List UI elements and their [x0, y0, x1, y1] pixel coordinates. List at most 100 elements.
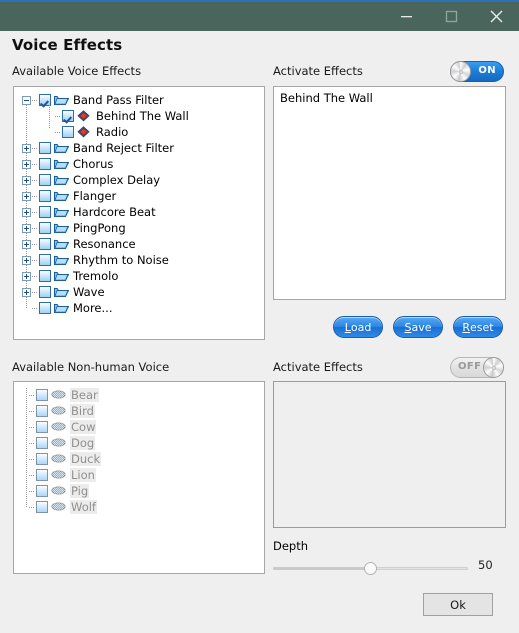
depth-slider-thumb[interactable] [364, 562, 377, 575]
depth-slider[interactable] [273, 560, 468, 576]
tree-checkbox[interactable] [39, 286, 51, 298]
expand-icon[interactable] [22, 143, 31, 153]
list-item-checkbox[interactable] [36, 437, 48, 449]
maximize-button[interactable] [429, 2, 474, 31]
list-connector-icon [29, 394, 35, 396]
tree-checkbox[interactable] [39, 142, 51, 154]
tree-row[interactable]: Resonance [14, 236, 264, 252]
folder-icon [54, 302, 69, 314]
list-item[interactable]: Wolf [14, 499, 264, 515]
tree-connector-icon [32, 275, 38, 277]
folder-icon [54, 286, 69, 298]
available-nonhuman-voice-list[interactable]: Bear Bird Cow Dog Duck Lion Pig Wolf [13, 381, 265, 574]
tree-checkbox[interactable] [39, 174, 51, 186]
tree-checkbox[interactable] [39, 190, 51, 202]
tree-checkbox[interactable] [39, 206, 51, 218]
collapse-icon[interactable] [22, 95, 31, 105]
expand-icon[interactable] [22, 191, 31, 201]
list-item[interactable]: Duck [14, 451, 264, 467]
expand-icon[interactable] [22, 255, 31, 265]
toggle-knob-icon [483, 357, 504, 378]
expand-icon[interactable] [22, 223, 31, 233]
tree-row[interactable]: Band Pass Filter [14, 92, 264, 108]
close-button[interactable] [474, 2, 519, 31]
ok-button[interactable]: Ok [423, 593, 493, 616]
tree-connector-icon [32, 147, 38, 149]
tree-row-label: Band Reject Filter [73, 141, 174, 155]
available-nonhuman-voice-label: Available Non-human Voice [12, 360, 170, 374]
expand-icon[interactable] [22, 207, 31, 217]
tree-checkbox[interactable] [39, 270, 51, 282]
close-icon [489, 9, 504, 24]
tree-checkbox[interactable] [39, 254, 51, 266]
available-voice-effects-tree[interactable]: Band Pass Filter Behind The Wall Radio Band… [13, 86, 265, 340]
list-item-checkbox[interactable] [36, 389, 48, 401]
toggle-knob-icon [450, 61, 471, 82]
tree-row-label: Wave [73, 285, 105, 299]
tree-row-label: Complex Delay [73, 173, 161, 187]
tree-row[interactable]: Flanger [14, 188, 264, 204]
reset-button[interactable]: Reset [453, 316, 503, 338]
tree-row[interactable]: Complex Delay [14, 172, 264, 188]
active-effects-list[interactable]: Behind The Wall [273, 86, 506, 300]
expand-icon[interactable] [22, 175, 31, 185]
tree-row-label: Radio [96, 125, 129, 139]
list-connector-icon [29, 442, 35, 444]
effect-icon [77, 126, 92, 138]
activate-effects-toggle[interactable]: ON [450, 61, 504, 82]
expand-icon[interactable] [22, 159, 31, 169]
tree-row[interactable]: Tremolo [14, 268, 264, 284]
list-item-checkbox[interactable] [36, 469, 48, 481]
tree-connector-icon [32, 243, 38, 245]
active-effect-item[interactable]: Behind The Wall [274, 87, 505, 105]
tree-row[interactable]: Band Reject Filter [14, 140, 264, 156]
tree-row[interactable]: Radio [14, 124, 264, 140]
reset-button-label: eset [470, 320, 494, 334]
voice-icon [51, 453, 66, 465]
save-button[interactable]: Save [393, 316, 443, 338]
tree-row-label: Rhythm to Noise [73, 253, 169, 267]
list-item-checkbox[interactable] [36, 421, 48, 433]
voice-icon [51, 501, 66, 513]
tree-row-label: Tremolo [73, 269, 119, 283]
tree-row-label: Flanger [73, 189, 117, 203]
tree-row[interactable]: Chorus [14, 156, 264, 172]
tree-row[interactable]: Wave [14, 284, 264, 300]
folder-icon [54, 270, 69, 282]
tree-connector-icon [55, 131, 61, 133]
list-item[interactable]: Pig [14, 483, 264, 499]
tree-checkbox[interactable] [39, 302, 51, 314]
activate-nonhuman-toggle[interactable]: OFF [450, 357, 504, 378]
tree-row[interactable]: Behind The Wall [14, 108, 264, 124]
expand-icon[interactable] [22, 271, 31, 281]
depth-slider-fill [273, 567, 371, 570]
expand-icon[interactable] [22, 287, 31, 297]
expand-icon[interactable] [22, 239, 31, 249]
minimize-button[interactable] [384, 2, 429, 31]
tree-row[interactable]: Hardcore Beat [14, 204, 264, 220]
list-item-checkbox[interactable] [36, 485, 48, 497]
list-item-checkbox[interactable] [36, 453, 48, 465]
tree-row[interactable]: PingPong [14, 220, 264, 236]
list-item[interactable]: Lion [14, 467, 264, 483]
tree-checkbox[interactable] [62, 126, 74, 138]
save-button-accel: S [404, 320, 412, 334]
list-item[interactable]: Bird [14, 403, 264, 419]
tree-checkbox[interactable] [39, 158, 51, 170]
list-item[interactable]: Dog [14, 435, 264, 451]
list-item-checkbox[interactable] [36, 405, 48, 417]
voice-icon [51, 405, 66, 417]
tree-row[interactable]: More... [14, 300, 264, 316]
load-button[interactable]: Load [333, 316, 383, 338]
list-item-checkbox[interactable] [36, 501, 48, 513]
tree-checkbox[interactable] [39, 222, 51, 234]
tree-connector-icon [32, 291, 38, 293]
voice-icon [51, 469, 66, 481]
tree-row[interactable]: Rhythm to Noise [14, 252, 264, 268]
active-nonhuman-list[interactable] [273, 381, 506, 528]
tree-checkbox[interactable] [39, 238, 51, 250]
list-item[interactable]: Bear [14, 387, 264, 403]
tree-checkbox[interactable] [62, 110, 74, 122]
folder-icon [54, 142, 69, 154]
list-item[interactable]: Cow [14, 419, 264, 435]
